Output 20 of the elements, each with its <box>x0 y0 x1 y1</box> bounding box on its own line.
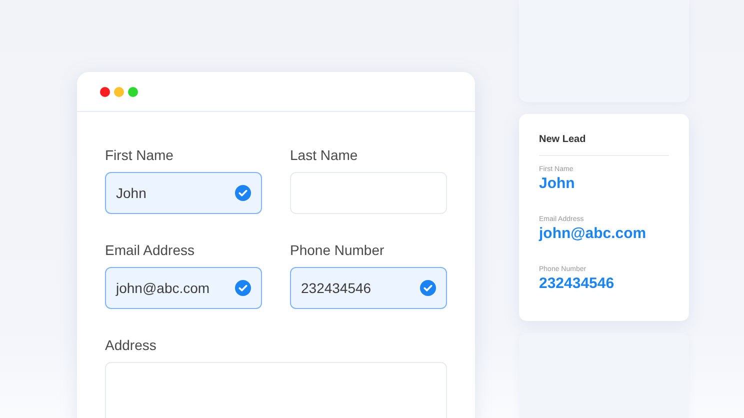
field-label: Last Name <box>290 147 359 164</box>
input-field[interactable]: john@abc.com <box>105 267 262 309</box>
field-label: Address <box>105 337 158 354</box>
card-title: New Lead <box>539 134 669 156</box>
window-control-dot[interactable] <box>100 86 110 96</box>
field-label: First Name <box>105 147 174 164</box>
check-icon <box>235 280 251 296</box>
input-field[interactable]: 232434546 <box>290 267 447 309</box>
window-control-dot[interactable] <box>128 86 138 96</box>
entry-value: john@abc.com <box>539 225 648 242</box>
field-label: Phone Number <box>290 242 386 259</box>
check-icon <box>235 185 251 201</box>
window-control-dot[interactable] <box>114 86 124 96</box>
input-field[interactable]: John <box>105 172 262 214</box>
check-icon <box>420 280 436 296</box>
entry-value: John <box>539 175 576 192</box>
input-field[interactable] <box>290 172 447 214</box>
text-area[interactable] <box>105 362 447 418</box>
field-label: Email Address <box>105 242 196 259</box>
entry-value: 232434546 <box>539 275 616 292</box>
